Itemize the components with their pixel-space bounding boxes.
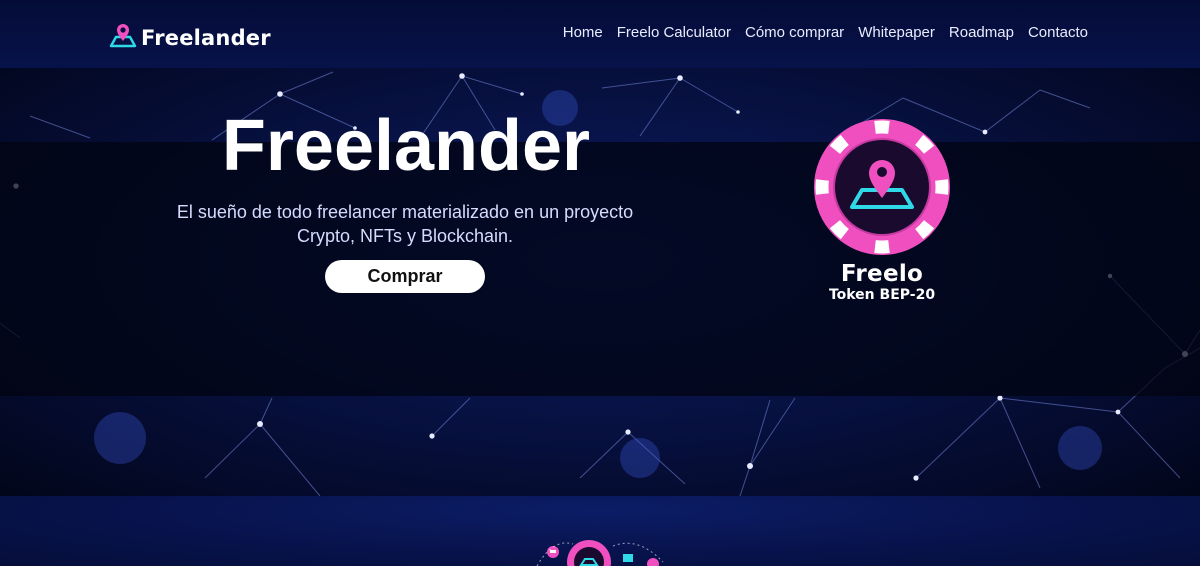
hero-subtitle-line-1: El sueño de todo freelancer materializad… <box>176 202 634 222</box>
nav-contacto[interactable]: Contacto <box>1028 24 1088 41</box>
token-name: Freelo <box>840 261 924 287</box>
hero-title: Freelander <box>221 106 591 186</box>
nav-roadmap[interactable]: Roadmap <box>949 24 1014 41</box>
brand-name: Freelander <box>141 25 271 50</box>
buy-button[interactable]: Comprar <box>325 260 485 293</box>
token-illustration-icon <box>533 532 673 566</box>
nav-home[interactable]: Home <box>563 24 603 41</box>
freelo-coin-icon <box>812 119 952 261</box>
hero-subtitle: El sueño de todo freelancer materializad… <box>170 200 640 248</box>
nav-whitepaper[interactable]: Whitepaper <box>858 24 935 41</box>
nav-freelo-calculator[interactable]: Freelo Calculator <box>617 24 731 41</box>
map-pin-icon <box>107 22 139 53</box>
hero-subtitle-line-2: Crypto, NFTs y Blockchain. <box>296 226 514 246</box>
top-navbar: Freelander Home Freelo Calculator Cómo c… <box>0 0 1200 68</box>
brand-logo-link[interactable]: Freelander <box>107 22 271 53</box>
freelo-token-badge: Freelo Token BEP-20 <box>812 117 952 303</box>
token-type: Token BEP-20 <box>828 287 936 303</box>
nav-como-comprar[interactable]: Cómo comprar <box>745 24 844 41</box>
lower-section <box>0 496 1200 566</box>
main-nav: Home Freelo Calculator Cómo comprar Whit… <box>563 24 1088 41</box>
